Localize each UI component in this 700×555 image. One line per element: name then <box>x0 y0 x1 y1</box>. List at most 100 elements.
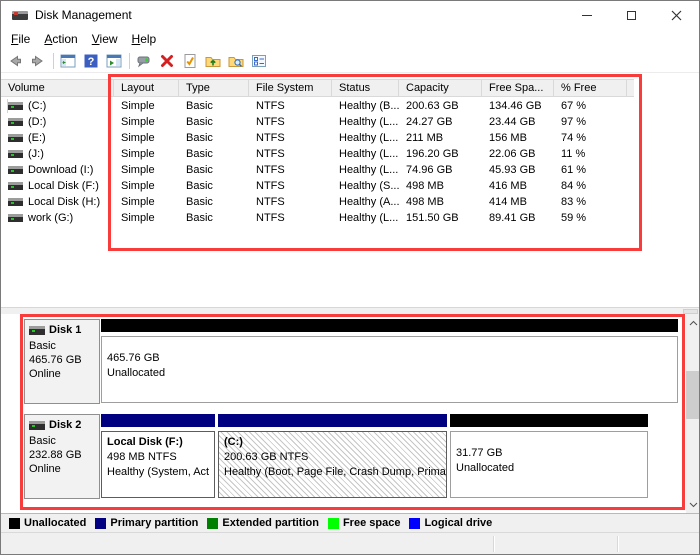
cell: Healthy (B... <box>332 100 399 112</box>
table-row[interactable]: (J:)SimpleBasicNTFSHealthy (L...196.20 G… <box>1 146 699 162</box>
cell: 74.96 GB <box>399 164 482 176</box>
cell: NTFS <box>249 148 332 160</box>
partition-c[interactable]: (C:)200.63 GB NTFSHealthy (Boot, Page Fi… <box>218 414 447 499</box>
partition-unallocated[interactable]: 465.76 GBUnallocated <box>101 319 678 404</box>
forward-icon[interactable] <box>30 53 46 69</box>
table-row[interactable]: (C:)SimpleBasicNTFSHealthy (B...200.63 G… <box>1 98 699 114</box>
disk-name-text: Disk 1 <box>49 323 81 337</box>
svg-text:?: ? <box>88 56 95 68</box>
table-row[interactable]: work (G:)SimpleBasicNTFSHealthy (L...151… <box>1 210 699 226</box>
cell: 74 % <box>554 132 627 144</box>
delete-volume-icon[interactable] <box>159 53 175 69</box>
cell: 211 MB <box>399 132 482 144</box>
scrollbar-thumb[interactable] <box>686 371 700 419</box>
folder-search-icon[interactable] <box>228 53 244 69</box>
menu-item-action[interactable]: Action <box>37 30 84 48</box>
column-header-status[interactable]: Status <box>332 79 399 97</box>
pointer-callout-icon[interactable] <box>136 53 152 69</box>
column-header-filler <box>627 79 634 97</box>
column-header-volume[interactable]: Volume <box>1 79 114 97</box>
cell: NTFS <box>249 180 332 192</box>
volume-name: (J:) <box>28 148 44 160</box>
menu-item-file[interactable]: File <box>4 30 37 48</box>
status-bar <box>1 532 699 555</box>
scroll-up-button[interactable] <box>686 314 700 331</box>
cell: NTFS <box>249 212 332 224</box>
partition-line: Unallocated <box>456 461 642 476</box>
disk-type: Basic <box>29 434 99 448</box>
legend-label: Primary partition <box>110 517 198 529</box>
title-bar: Disk Management <box>1 1 699 29</box>
legend-swatch <box>95 518 106 529</box>
column-header-file-system[interactable]: File System <box>249 79 332 97</box>
disk-size: 465.76 GB <box>29 353 99 367</box>
legend-item-extended-partition: Extended partition <box>207 517 319 529</box>
maximize-icon <box>627 11 636 20</box>
check-document-icon[interactable] <box>182 53 198 69</box>
legend-swatch <box>409 518 420 529</box>
vertical-scrollbar[interactable] <box>686 314 700 513</box>
cell: Basic <box>179 132 249 144</box>
disk-size: 232.88 GB <box>29 448 99 462</box>
cell: Basic <box>179 164 249 176</box>
table-row[interactable]: Local Disk (H:)SimpleBasicNTFSHealthy (A… <box>1 194 699 210</box>
cell: 97 % <box>554 116 627 128</box>
column-header-free-spa[interactable]: Free Spa... <box>482 79 554 97</box>
volume-cell: (C:) <box>1 99 114 113</box>
partition-unallocated[interactable]: 31.77 GBUnallocated <box>450 414 648 499</box>
legend-item-free-space: Free space <box>328 517 400 529</box>
partition-localdiskf[interactable]: Local Disk (F:)498 MB NTFSHealthy (Syste… <box>101 414 215 499</box>
column-header-layout[interactable]: Layout <box>114 79 179 97</box>
partition-line: Healthy (System, Act <box>107 465 209 480</box>
volume-drive-icon <box>8 102 23 110</box>
cell: Healthy (S... <box>332 180 399 192</box>
minimize-button[interactable] <box>564 1 609 29</box>
volume-cell: (E:) <box>1 131 114 145</box>
cell: Healthy (L... <box>332 212 399 224</box>
close-button[interactable] <box>654 1 699 29</box>
partition-line: 31.77 GB <box>456 446 642 461</box>
partition-title: Local Disk (F:) <box>107 435 209 450</box>
cell: 498 MB <box>399 196 482 208</box>
cell: 22.06 GB <box>482 148 554 160</box>
disk-label-2[interactable]: Disk 2Basic232.88 GBOnline <box>24 414 100 499</box>
partition-line: 465.76 GB <box>107 351 672 366</box>
column-header-free[interactable]: % Free <box>554 79 627 97</box>
table-row[interactable]: Local Disk (F:)SimpleBasicNTFSHealthy (S… <box>1 178 699 194</box>
cell: Healthy (L... <box>332 116 399 128</box>
cell: Simple <box>114 148 179 160</box>
cell: Healthy (L... <box>332 148 399 160</box>
legend-label: Extended partition <box>222 517 319 529</box>
help-icon[interactable]: ? <box>83 53 99 69</box>
show-console-tree-icon[interactable] <box>60 53 76 69</box>
show-action-pane-icon[interactable] <box>106 53 122 69</box>
volume-name-wrap: (D:) <box>8 115 114 129</box>
volume-name-wrap: Local Disk (H:) <box>8 195 114 209</box>
status-bar-divider <box>617 536 618 552</box>
cell: NTFS <box>249 132 332 144</box>
legend-item-primary-partition: Primary partition <box>95 517 198 529</box>
chevron-down-icon <box>689 502 698 508</box>
column-header-capacity[interactable]: Capacity <box>399 79 482 97</box>
volume-name-wrap: (C:) <box>8 99 114 113</box>
column-header-type[interactable]: Type <box>179 79 249 97</box>
menu-item-view[interactable]: View <box>85 30 125 48</box>
cell: Simple <box>114 164 179 176</box>
folder-up-icon[interactable] <box>205 53 221 69</box>
menu-item-help[interactable]: Help <box>125 30 164 48</box>
back-icon[interactable] <box>7 53 23 69</box>
table-row[interactable]: Download (I:)SimpleBasicNTFSHealthy (L..… <box>1 162 699 178</box>
volume-name-wrap: (J:) <box>8 147 114 161</box>
disk-label-1[interactable]: Disk 1Basic465.76 GBOnline <box>24 319 100 404</box>
maximize-button[interactable] <box>609 1 654 29</box>
properties-icon[interactable] <box>251 53 267 69</box>
legend-label: Free space <box>343 517 400 529</box>
legend-label: Unallocated <box>24 517 86 529</box>
table-row[interactable]: (D:)SimpleBasicNTFSHealthy (L...24.27 GB… <box>1 114 699 130</box>
pane-splitter[interactable] <box>1 307 699 314</box>
volume-drive-icon <box>8 182 23 190</box>
cell: 24.27 GB <box>399 116 482 128</box>
table-row[interactable]: (E:)SimpleBasicNTFSHealthy (L...211 MB15… <box>1 130 699 146</box>
cell: 23.44 GB <box>482 116 554 128</box>
scroll-down-button[interactable] <box>686 496 700 513</box>
